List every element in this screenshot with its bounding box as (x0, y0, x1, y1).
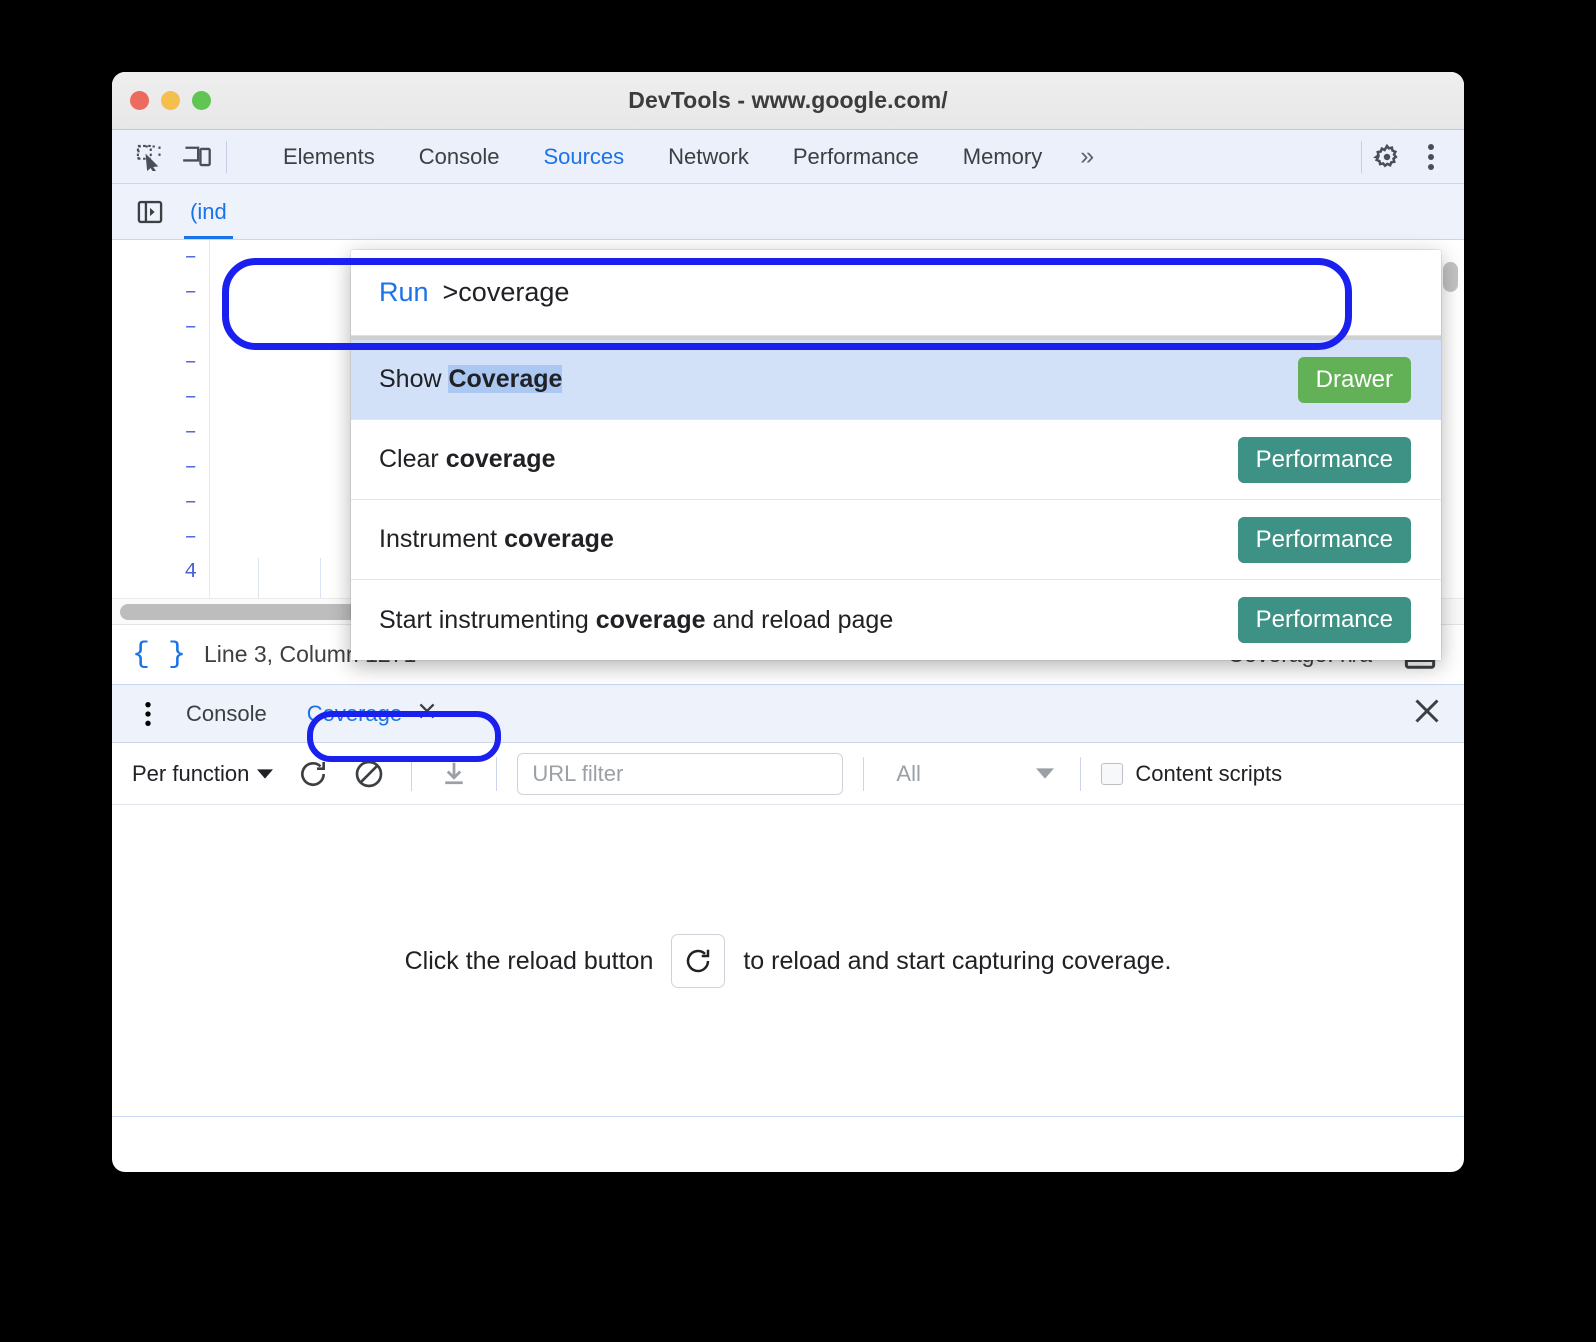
download-export-icon[interactable] (432, 752, 476, 796)
toolbar-divider (411, 756, 413, 791)
content-scripts-label: Content scripts (1135, 760, 1283, 786)
command-palette-query: >coverage (442, 277, 570, 307)
device-toolbar-icon[interactable] (178, 138, 216, 176)
coverage-bottom-divider (112, 1116, 1464, 1117)
chevron-down-icon (1036, 768, 1055, 779)
toolbar-divider (226, 140, 227, 173)
command-palette-input[interactable]: Run >coverage (351, 250, 1441, 336)
palette-row-prefix: Instrument (379, 525, 505, 553)
palette-row-show-coverage[interactable]: Show Coverage Drawer (351, 340, 1441, 420)
editor-gutter: – – – – – – – – – 4 – (112, 240, 210, 624)
chevron-down-icon (257, 768, 274, 779)
palette-row-prefix: Start instrumenting (379, 605, 596, 634)
tabbar-left-icons (112, 138, 239, 176)
palette-row-badge: Drawer (1297, 356, 1411, 403)
command-palette-dialog[interactable]: Run >coverage Show Coverage Drawer Clear… (351, 250, 1441, 660)
gutter-line: – (184, 246, 197, 269)
palette-row-label: Show Coverage (379, 365, 563, 394)
drawer-tab-coverage-label: Coverage (306, 700, 403, 726)
gutter-line: – (184, 456, 197, 479)
devtools-window: DevTools - www.google.com/ Elements Cons… (112, 72, 1464, 1172)
coverage-message-after: to reload and start capturing coverage. (743, 946, 1172, 975)
reload-icon[interactable] (291, 752, 335, 796)
palette-row-suffix: and reload page (705, 605, 894, 634)
palette-row-highlight: coverage (445, 445, 556, 473)
reload-icon[interactable] (671, 934, 726, 988)
palette-row-badge: Performance (1237, 516, 1411, 563)
palette-row-clear-coverage[interactable]: Clear coverage Performance (351, 420, 1441, 500)
drawer-more-options-icon[interactable] (130, 700, 166, 728)
palette-row-highlight: Coverage (448, 365, 563, 393)
palette-row-prefix: Clear (379, 445, 446, 473)
file-tab-index[interactable]: (ind (184, 184, 233, 239)
palette-row-highlight: coverage (595, 605, 706, 634)
gear-icon[interactable] (1368, 138, 1406, 176)
window-title: DevTools - www.google.com/ (628, 87, 948, 113)
palette-row-highlight: coverage (504, 525, 614, 553)
coverage-toolbar: Per function URL filter All Content scri… (112, 743, 1464, 805)
close-drawer-icon[interactable] (1412, 696, 1442, 731)
tab-console[interactable]: Console (397, 130, 522, 183)
panel-tabs: Elements Console Sources Network Perform… (239, 130, 1361, 183)
gutter-line: – (184, 491, 197, 514)
toolbar-divider (1080, 756, 1082, 791)
editor-vertical-scrollbar[interactable] (1443, 262, 1458, 292)
pretty-print-icon[interactable]: { } (132, 638, 186, 672)
palette-row-label: Start instrumenting coverage and reload … (379, 606, 893, 635)
toolbar-divider (496, 756, 498, 791)
coverage-mode-select[interactable]: Per function (132, 761, 279, 787)
tab-performance[interactable]: Performance (771, 130, 941, 183)
palette-row-start-instrumenting-coverage[interactable]: Start instrumenting coverage and reload … (351, 580, 1441, 660)
gutter-line: – (184, 351, 197, 374)
toolbar-divider-right (1361, 140, 1362, 173)
palette-row-prefix: Show (379, 365, 449, 393)
palette-row-badge: Performance (1237, 597, 1411, 643)
coverage-type-filter[interactable]: All (884, 761, 1060, 787)
devtools-tabbar: Elements Console Sources Network Perform… (112, 130, 1464, 184)
more-tabs-icon[interactable]: » (1064, 142, 1107, 171)
gutter-line: – (184, 316, 197, 339)
tab-elements[interactable]: Elements (261, 130, 397, 183)
screenshot-root: DevTools - www.google.com/ Elements Cons… (0, 0, 1596, 1342)
url-filter-placeholder: URL filter (532, 760, 624, 786)
window-titlebar: DevTools - www.google.com/ (112, 72, 1464, 130)
url-filter-input[interactable]: URL filter (517, 752, 844, 795)
palette-row-label: Clear coverage (379, 445, 555, 474)
palette-row-instrument-coverage[interactable]: Instrument coverage Performance (351, 500, 1441, 580)
palette-row-badge: Performance (1237, 436, 1411, 483)
gutter-line: – (184, 281, 197, 304)
kebab-menu-icon[interactable] (1412, 138, 1450, 176)
clear-icon[interactable] (347, 752, 391, 796)
inspect-element-icon[interactable] (130, 138, 168, 176)
palette-row-label: Instrument coverage (379, 525, 614, 554)
gutter-line: 4 (184, 561, 197, 584)
drawer-tabbar: Console Coverage (112, 685, 1464, 743)
close-coverage-tab-icon[interactable] (416, 700, 438, 728)
coverage-empty-state: Click the reload button to reload and st… (112, 805, 1464, 1117)
drawer-bottom-spacer (112, 1117, 1464, 1155)
toolbar-divider (863, 756, 865, 791)
coverage-mode-label: Per function (132, 760, 250, 786)
gutter-line: – (184, 421, 197, 444)
coverage-message-before: Click the reload button (404, 946, 654, 975)
coverage-empty-message: Click the reload button to reload and st… (404, 934, 1172, 988)
content-scripts-checkbox[interactable] (1101, 762, 1124, 785)
drawer-tab-coverage[interactable]: Coverage (287, 700, 458, 728)
tab-sources[interactable]: Sources (521, 130, 646, 183)
tabbar-right-icons (1361, 138, 1464, 176)
coverage-type-filter-label: All (896, 760, 921, 786)
tab-network[interactable]: Network (646, 130, 771, 183)
tab-memory[interactable]: Memory (941, 130, 1064, 183)
gutter-line: – (184, 526, 197, 549)
command-palette-run-label: Run (379, 277, 429, 307)
drawer-tab-console[interactable]: Console (166, 701, 287, 727)
sources-subtoolbar: (ind (112, 184, 1464, 240)
gutter-line: – (184, 386, 197, 409)
show-navigator-icon[interactable] (130, 192, 170, 232)
